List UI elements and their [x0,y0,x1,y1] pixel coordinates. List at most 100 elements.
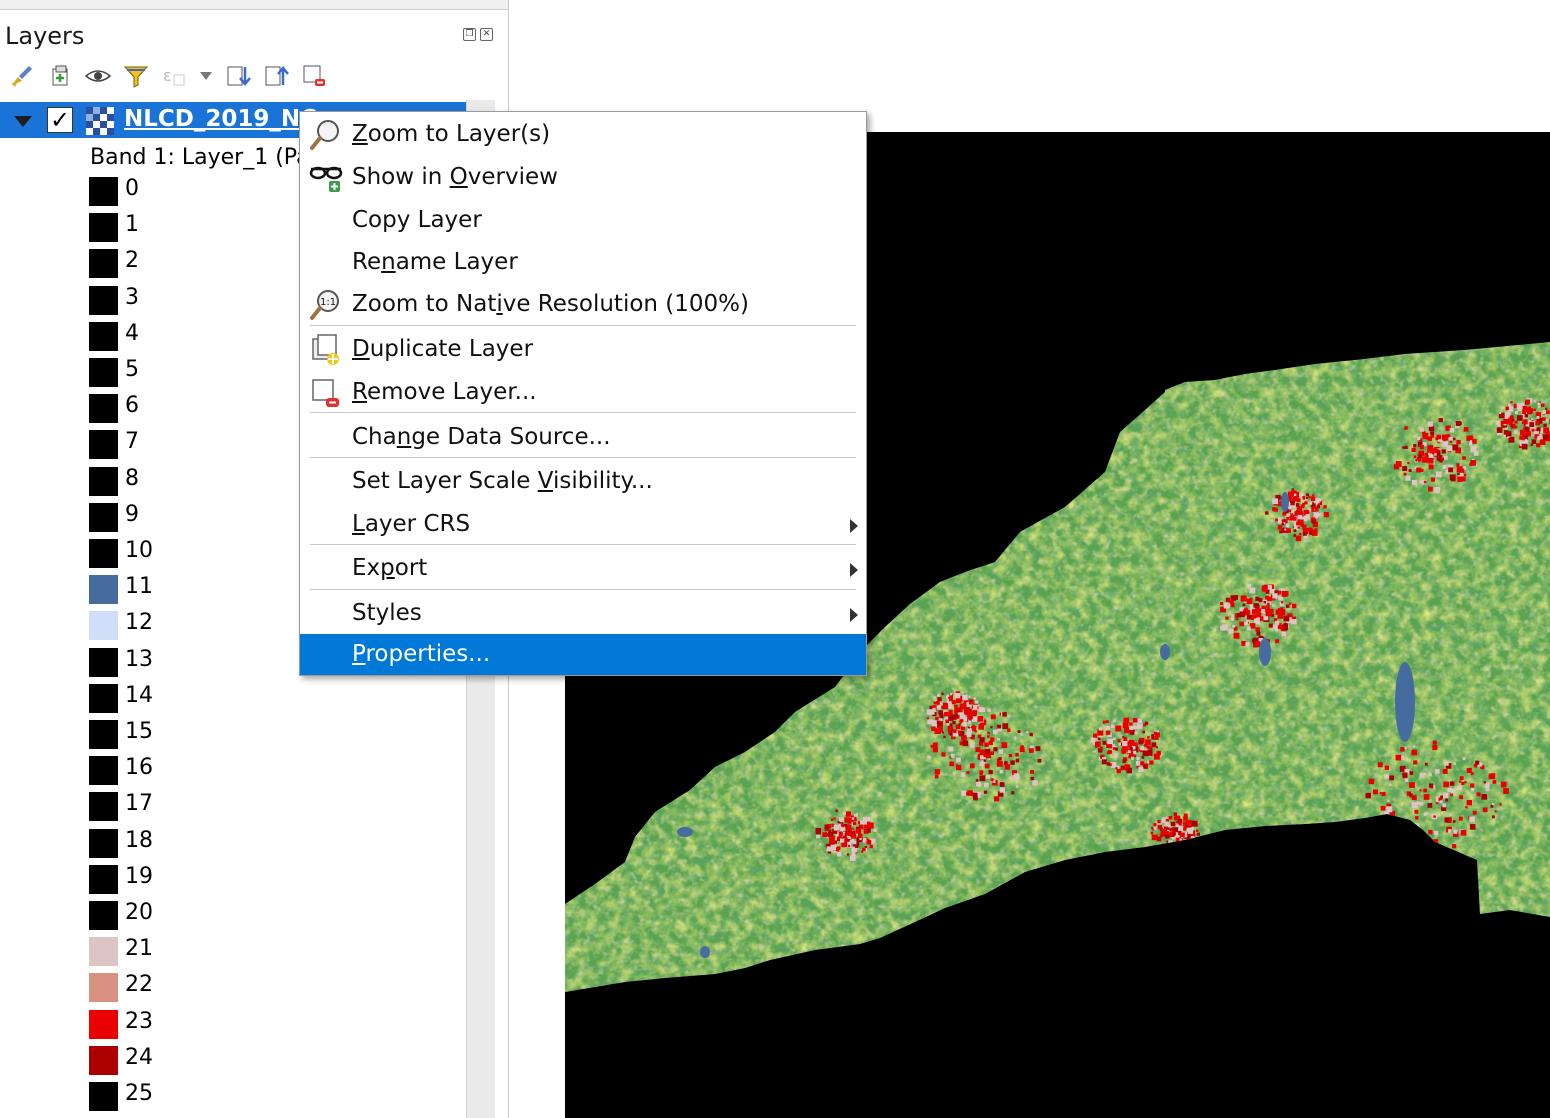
menu-separator [310,589,856,590]
legend-value: 13 [125,646,153,672]
expand-all-icon[interactable] [224,62,252,90]
panel-title: Layers [5,22,85,50]
legend-value: 6 [125,393,139,419]
legend-value: 0 [125,176,139,201]
svg-text:1:1: 1:1 [320,297,336,308]
legend-value: 18 [125,827,153,853]
expand-arrow-icon[interactable] [14,116,32,127]
layer-visibility-checkbox[interactable]: ✓ [47,107,73,133]
legend-swatch [89,864,118,894]
legend-swatch [89,539,118,568]
add-group-icon[interactable] [46,62,74,90]
menu-zoom-native-resolution[interactable]: 1:1 Zoom to Native Resolution (100%) [300,284,866,326]
legend-swatch [89,1045,118,1075]
dropdown-arrow-icon[interactable] [198,62,214,90]
menu-rename-layer[interactable]: Rename Layer [300,242,866,284]
menu-export[interactable]: Export [300,548,866,590]
menu-separator [310,457,856,458]
band-label: Band 1: Layer_1 (Pa [90,145,310,170]
menu-separator [310,325,856,326]
legend-swatch [89,937,118,967]
submenu-arrow-icon [850,608,858,622]
legend-swatch [89,792,118,822]
legend-swatch [89,285,118,315]
menu-styles[interactable]: Styles [300,593,866,635]
collapse-all-icon[interactable] [262,62,290,90]
float-panel-icon[interactable]: ❐ [463,28,476,41]
legend-swatch [89,430,118,460]
zoom-1-1-icon: 1:1 [309,288,343,322]
submenu-arrow-icon [850,563,858,577]
filter-expression-icon[interactable]: ε [160,62,188,90]
legend-swatch [89,647,118,677]
legend-swatch [89,611,118,641]
legend-swatch [89,901,118,930]
legend-value: 11 [125,574,153,600]
legend-swatch [89,321,118,351]
duplicate-layer-icon [309,333,343,367]
eye-visibility-icon[interactable] [84,62,112,90]
legend-value: 25 [125,1081,153,1106]
legend-swatch [89,683,118,713]
legend-value: 19 [125,863,153,889]
legend-swatch [89,466,118,496]
legend-value: 14 [125,682,153,708]
legend-value: 9 [125,501,139,527]
legend-value: 23 [125,1008,153,1034]
legend-value: 5 [125,357,139,382]
menu-duplicate-layer[interactable]: Duplicate Layer [300,329,866,371]
raster-layer-icon [86,107,114,135]
paintbrush-icon[interactable] [8,62,36,90]
close-panel-icon[interactable]: ✕ [480,28,493,41]
legend-swatch [89,1009,118,1039]
legend-swatch [89,720,118,749]
remove-layer-icon [309,376,343,410]
legend-swatch [89,249,118,279]
menu-change-data-source[interactable]: Change Data Source... [300,417,866,459]
remove-layer-icon[interactable] [300,62,328,90]
submenu-arrow-icon [850,519,858,533]
legend-swatch [89,502,118,532]
legend-value: 17 [125,791,153,817]
legend-swatch [89,394,118,424]
menu-separator [310,544,856,545]
legend-value: 10 [125,538,153,563]
menu-properties[interactable]: Properties... [300,634,866,675]
legend-swatch [89,177,118,206]
layer-context-menu: Zoom to Layer(s) Show in Overview Copy L… [299,111,867,676]
glasses-icon [309,161,343,195]
zoom-to-layer-icon [309,118,343,152]
filter-legend-icon[interactable] [122,62,150,90]
legend-swatch [89,1082,118,1111]
legend-value: 20 [125,900,153,925]
legend-swatch [89,575,118,605]
legend-swatch [89,358,118,387]
menu-zoom-to-layer[interactable]: Zoom to Layer(s) [300,114,866,156]
menu-show-in-overview[interactable]: Show in Overview [300,157,866,199]
menu-separator [310,412,856,413]
legend-value: 22 [125,972,153,998]
legend-swatch [89,973,118,1003]
legend-value: 12 [125,610,153,636]
legend-value: 16 [125,755,153,781]
legend-swatch [89,828,118,858]
menu-copy-layer[interactable]: Copy Layer [300,200,866,242]
layer-name-label[interactable]: NLCD_2019_NC [124,106,317,132]
dock-resize-strip[interactable] [0,0,508,10]
legend-swatch [89,756,118,786]
legend-value: 15 [125,719,153,744]
layers-toolbar: ε [8,60,328,92]
legend-value: 8 [125,465,139,491]
legend-swatch [89,213,118,243]
legend-value: 2 [125,248,139,274]
legend-value: 24 [125,1044,153,1070]
legend-value: 4 [125,320,139,346]
menu-layer-crs[interactable]: Layer CRS [300,504,866,546]
menu-set-scale-visibility[interactable]: Set Layer Scale Visibility... [300,461,866,503]
legend-value: 3 [125,284,139,310]
legend-value: 21 [125,936,153,962]
legend-value: 7 [125,429,139,455]
legend-value: 1 [125,212,139,238]
svg-text:ε: ε [163,66,172,85]
menu-remove-layer[interactable]: Remove Layer... [300,372,866,414]
